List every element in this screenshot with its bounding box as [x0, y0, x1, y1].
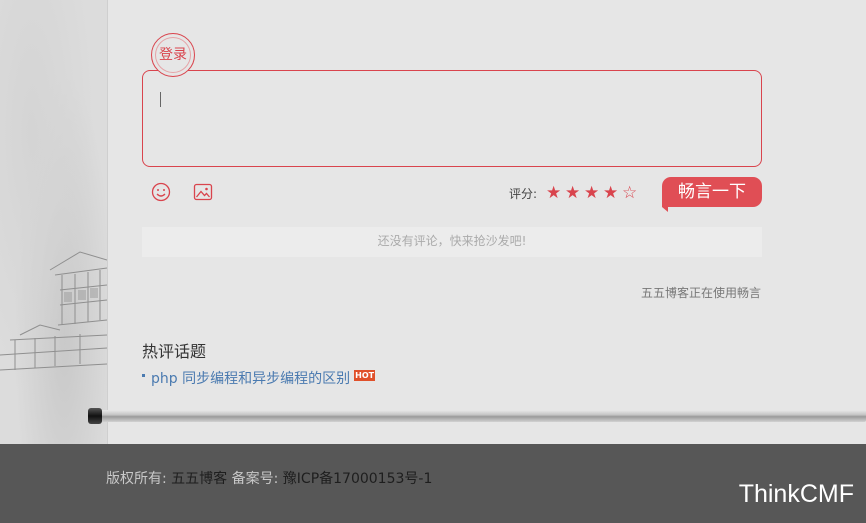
hot-topic-link[interactable]: php 同步编程和异步编程的区别: [151, 371, 350, 387]
footer-info: 版权所有: 五五博客 备案号: 豫ICP备17000153号-1: [106, 468, 432, 488]
star-outline-icon[interactable]: ☆: [622, 184, 641, 202]
decorative-landscape: [0, 0, 108, 444]
hot-topics-heading: 热评话题: [142, 342, 207, 361]
comment-textarea[interactable]: [142, 70, 762, 167]
bullet: [142, 373, 145, 377]
brand-logo: ThinkCMF: [738, 480, 854, 508]
submit-comment-button[interactable]: 畅言一下: [662, 177, 762, 212]
login-badge[interactable]: 登录: [151, 33, 195, 77]
rating-stars[interactable]: ★ ★ ★ ★ ☆: [546, 183, 641, 202]
image-icon[interactable]: [193, 182, 213, 202]
smile-icon[interactable]: [151, 182, 171, 202]
rating-label: 评分:: [509, 187, 538, 201]
icp-value[interactable]: 豫ICP备17000153号-1: [283, 471, 433, 487]
scroll-rod: [95, 410, 866, 422]
hot-badge: HOT: [354, 370, 376, 381]
star-icon[interactable]: ★: [584, 184, 603, 202]
copyright-value: 五五博客: [171, 471, 228, 487]
empty-comments-notice: 还没有评论，快来抢沙发吧!: [142, 227, 762, 257]
copyright-label: 版权所有:: [106, 471, 167, 487]
star-icon[interactable]: ★: [603, 184, 622, 202]
text-cursor: [160, 92, 161, 107]
list-item: php 同步编程和异步编程的区别 HOT: [142, 368, 376, 388]
icp-label: 备案号:: [231, 471, 279, 487]
star-icon[interactable]: ★: [546, 184, 565, 202]
powered-by-link[interactable]: 五五博客正在使用畅言: [641, 284, 761, 301]
footer: 版权所有: 五五博客 备案号: 豫ICP备17000153号-1 ThinkCM…: [0, 444, 866, 523]
scroll-rod-cap: [88, 408, 102, 424]
star-icon[interactable]: ★: [565, 184, 584, 202]
pavilion-illustration: [0, 251, 107, 371]
